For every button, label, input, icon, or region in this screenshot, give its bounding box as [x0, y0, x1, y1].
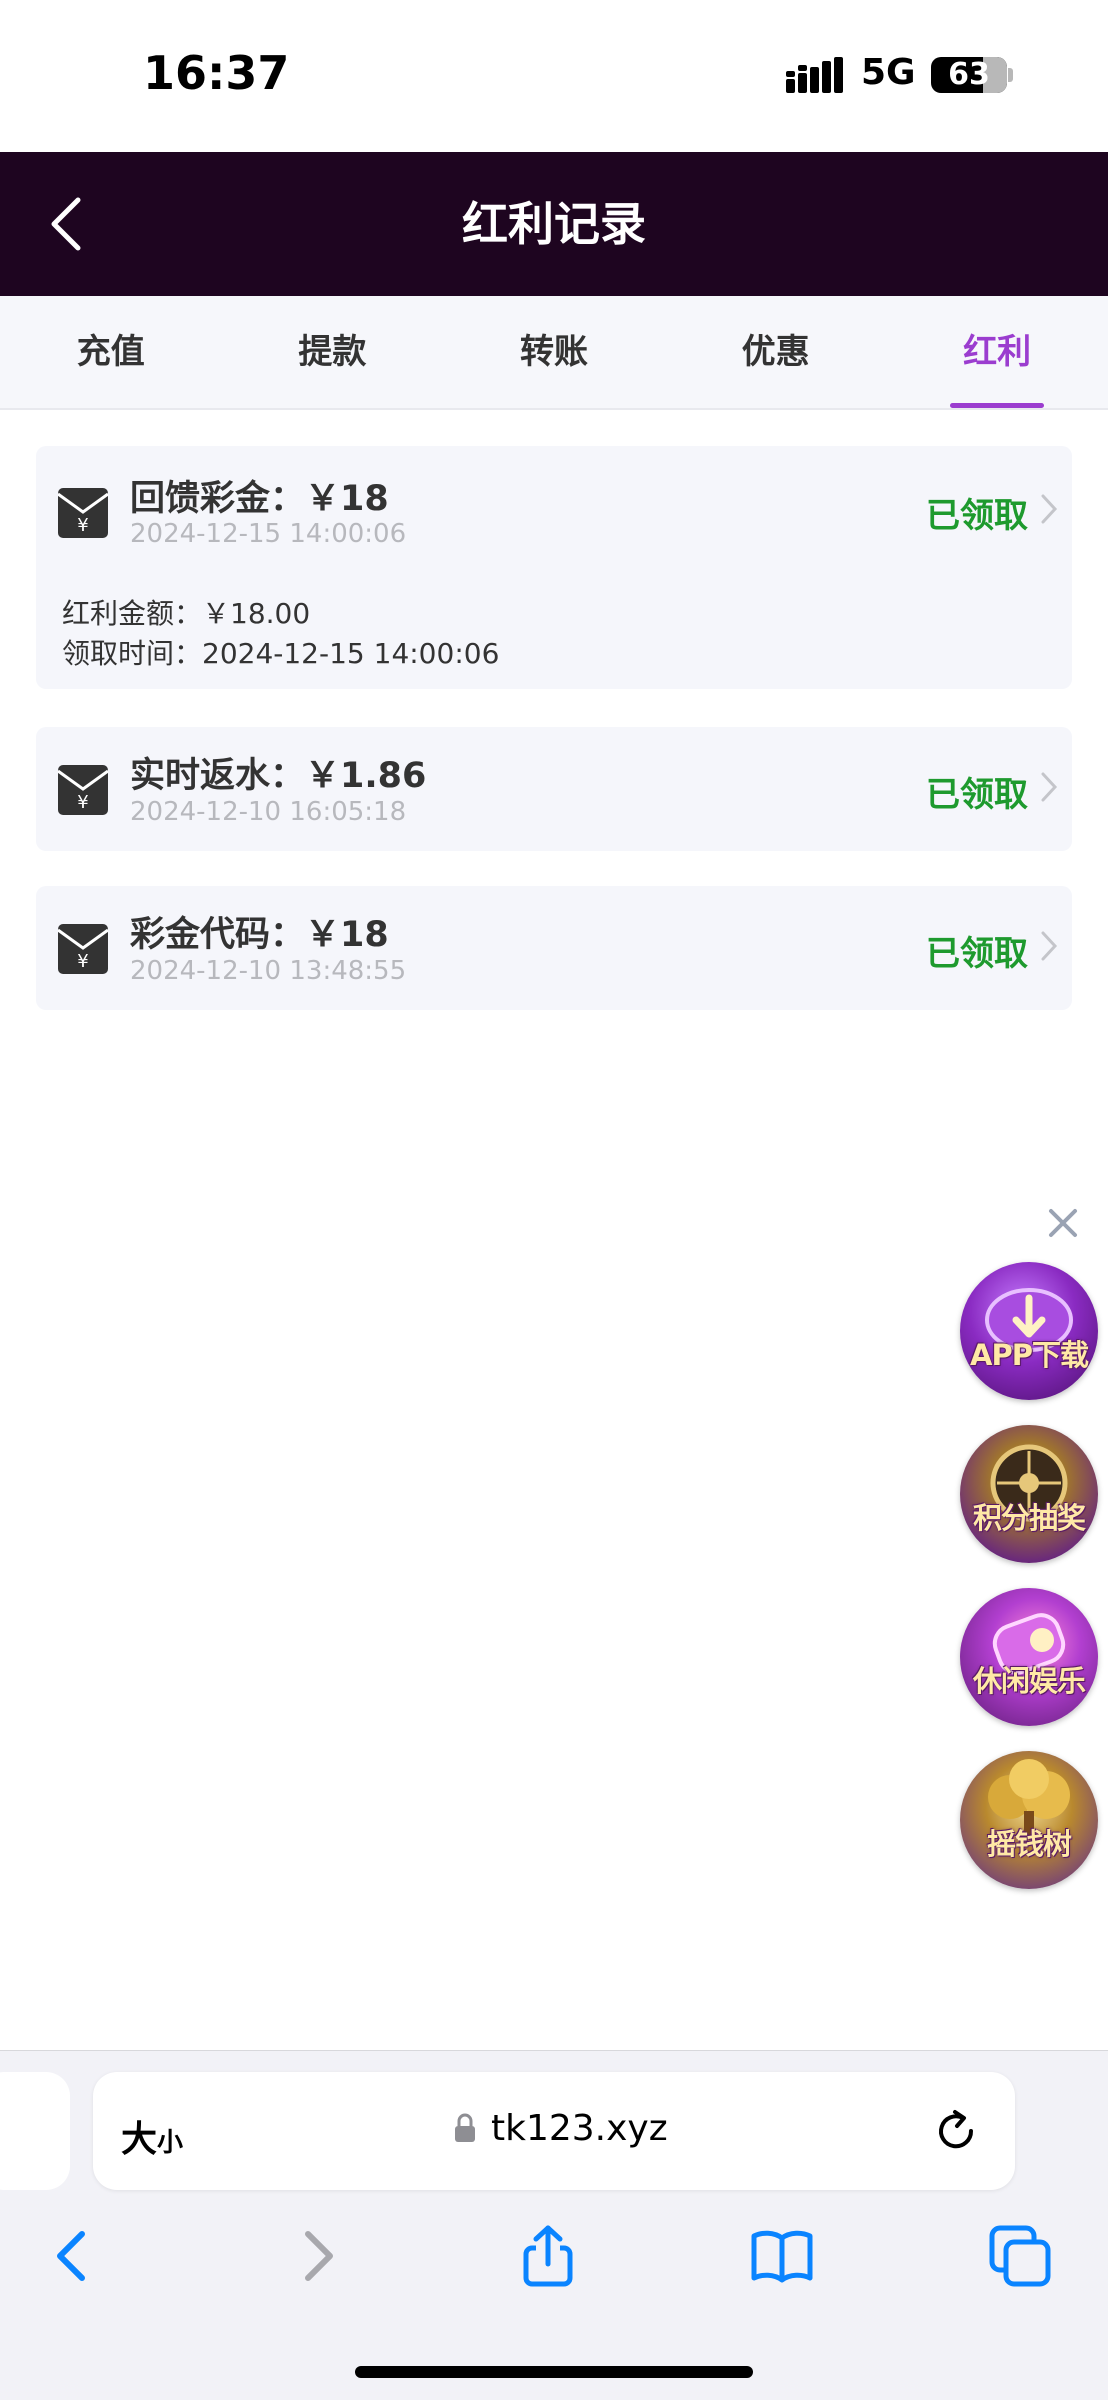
bonus-amount: 红利金额：￥18.00	[62, 597, 311, 630]
browser-forward-icon[interactable]	[284, 2224, 348, 2288]
record-title: 实时返水：￥1.86	[130, 756, 427, 796]
text-size-button[interactable]: 大小	[121, 2110, 183, 2162]
previous-tab-preview[interactable]	[0, 2072, 70, 2190]
tab-transfer[interactable]: 转账	[443, 296, 665, 408]
status-time: 16:37	[143, 46, 290, 100]
record-card[interactable]: ¥ 彩金代码：￥18 2024-12-10 13:48:55 已领取	[36, 886, 1072, 1010]
back-arrow-icon[interactable]	[40, 192, 104, 256]
floating-label: 积分抽奖	[972, 1501, 1086, 1535]
network-type: 5G	[861, 52, 916, 93]
app-header: 红利记录	[0, 152, 1108, 296]
tab-recharge[interactable]: 充值	[0, 296, 222, 408]
record-title: 彩金代码：￥18	[130, 915, 389, 955]
red-envelope-icon: ¥	[58, 488, 108, 538]
chevron-right-icon	[1041, 772, 1058, 802]
record-date: 2024-12-10 13:48:55	[130, 956, 407, 986]
battery-icon: 63	[931, 57, 1007, 93]
chevron-right-icon	[1041, 494, 1058, 524]
red-envelope-icon: ¥	[58, 765, 108, 815]
svg-text:¥: ¥	[77, 515, 88, 536]
close-icon[interactable]	[1046, 1206, 1080, 1240]
battery-tip	[1008, 68, 1013, 82]
app-download-button[interactable]: APP下载	[960, 1262, 1098, 1400]
record-card[interactable]: ¥ 实时返水：￥1.86 2024-12-10 16:05:18 已领取	[36, 727, 1072, 851]
svg-text:¥: ¥	[77, 951, 88, 972]
status-claimed: 已领取	[926, 775, 1028, 815]
url-text: tk123.xyz	[491, 2108, 668, 2149]
status-bar: 16:37 5G 63	[0, 0, 1108, 152]
app-download-icon	[985, 1288, 1073, 1352]
record-date: 2024-12-10 16:05:18	[130, 797, 407, 827]
record-card[interactable]: ¥ 回馈彩金：￥18 2024-12-15 14:00:06 已领取 红利金额：…	[36, 446, 1072, 689]
bookmarks-icon[interactable]	[750, 2224, 814, 2288]
leisure-button[interactable]: 休闲娱乐	[960, 1588, 1098, 1726]
share-icon[interactable]	[516, 2224, 580, 2288]
address-bar[interactable]: 大小 tk123.xyz	[93, 2072, 1015, 2190]
svg-text:¥: ¥	[77, 792, 88, 813]
floating-label: 摇钱树	[986, 1827, 1072, 1861]
floating-label: 休闲娱乐	[972, 1664, 1086, 1698]
tab-withdraw[interactable]: 提款	[222, 296, 444, 408]
money-tree-icon	[988, 1759, 1070, 1839]
leisure-game-icon	[992, 1613, 1066, 1675]
tab-promotion[interactable]: 优惠	[665, 296, 887, 408]
active-tab-indicator	[950, 403, 1045, 408]
chevron-right-icon	[1041, 931, 1058, 961]
lottery-wheel-icon	[990, 1444, 1068, 1522]
red-envelope-icon: ¥	[58, 924, 108, 974]
home-indicator[interactable]	[355, 2366, 753, 2378]
battery-level: 63	[948, 57, 990, 92]
lottery-button[interactable]: 积分抽奖	[960, 1425, 1098, 1563]
claim-time: 领取时间：2024-12-15 14:00:06	[62, 637, 500, 670]
tabs-icon[interactable]	[988, 2224, 1052, 2288]
record-title: 回馈彩金：￥18	[130, 479, 389, 519]
record-date: 2024-12-15 14:00:06	[130, 519, 407, 549]
tab-bonus[interactable]: 红利	[886, 296, 1108, 408]
status-claimed: 已领取	[926, 496, 1028, 536]
money-tree-button[interactable]: 摇钱树	[960, 1751, 1098, 1889]
browser-back-icon[interactable]	[42, 2224, 106, 2288]
lock-icon	[455, 2113, 475, 2142]
page-title: 红利记录	[462, 197, 646, 251]
reload-icon[interactable]	[933, 2108, 979, 2154]
status-claimed: 已领取	[926, 934, 1028, 974]
cellular-signal-icon	[786, 57, 843, 93]
record-tabs: 充值 提款 转账 优惠 红利	[0, 296, 1108, 410]
floating-label: APP下载	[970, 1338, 1089, 1372]
